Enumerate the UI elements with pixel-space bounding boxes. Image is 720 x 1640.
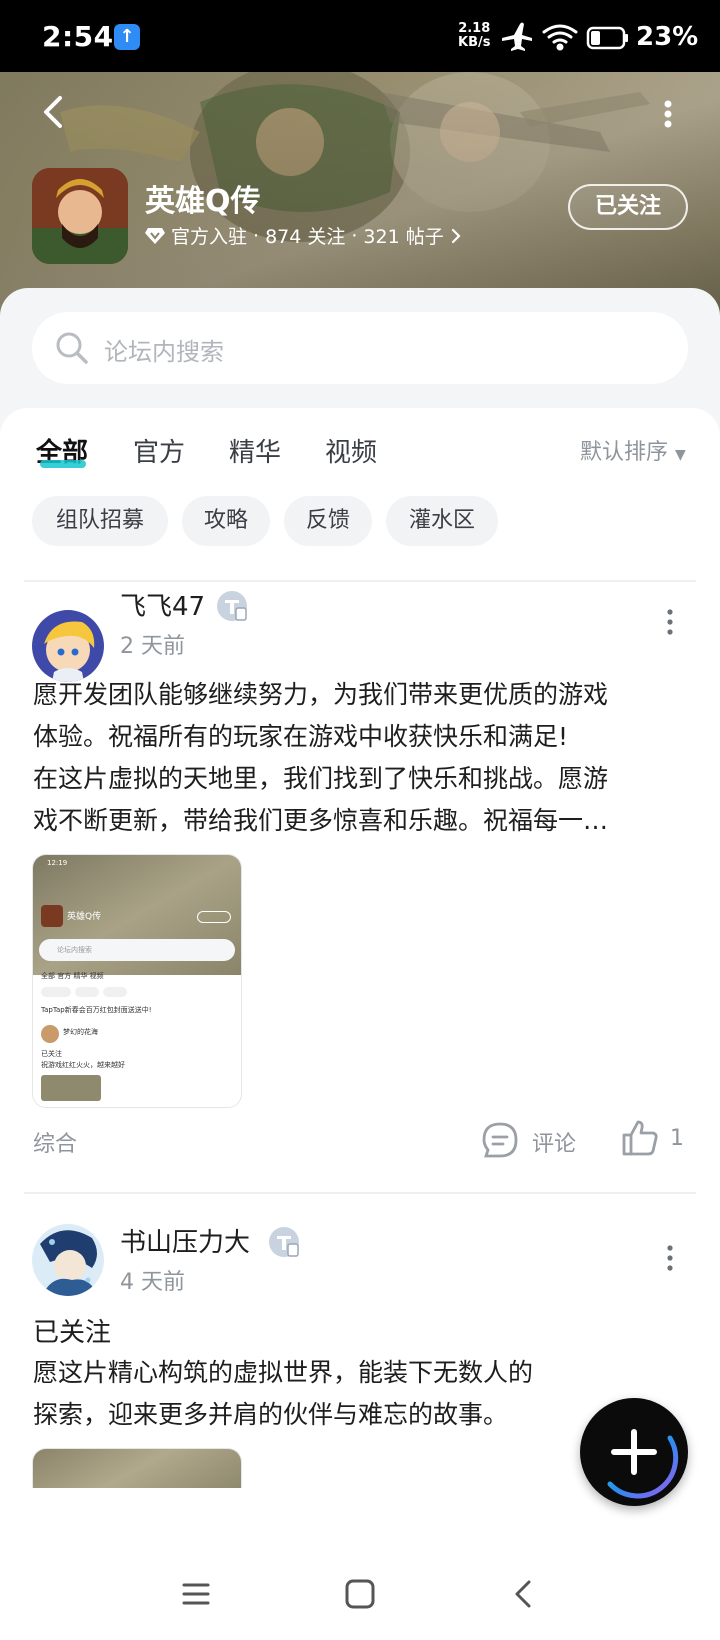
follow-button[interactable]: 已关注 xyxy=(568,184,688,230)
plus-icon xyxy=(607,1429,679,1499)
thumbs-up-icon[interactable] xyxy=(620,1118,660,1158)
network-speed-unit: KB/s xyxy=(458,35,491,50)
sort-dropdown[interactable]: 默认排序 ▼ xyxy=(580,434,686,466)
user-badge-icon xyxy=(217,591,247,621)
caret-down-icon: ▼ xyxy=(675,447,686,463)
post-image-thumbnail[interactable] xyxy=(32,1448,242,1488)
airplane-icon xyxy=(502,22,532,51)
followers-count: 874 关注 xyxy=(265,226,346,248)
search-icon xyxy=(56,332,88,364)
thumbnail-notice: TapTap新春会百万红包封面送送中! xyxy=(41,1006,152,1014)
post-more-icon[interactable] xyxy=(665,1244,675,1272)
network-speed-value: 2.18 xyxy=(458,21,491,36)
like-count: 1 xyxy=(670,1126,684,1151)
comment-label[interactable]: 评论 xyxy=(532,1126,576,1158)
thumbnail-chip xyxy=(103,987,127,997)
post-feed: 全部 官方 精华 视频 默认排序 ▼ 组队招募 攻略 反馈 灌水区 飞飞47 2… xyxy=(0,408,720,1560)
meta-separator: · xyxy=(351,224,358,247)
chevron-right-icon xyxy=(451,228,461,243)
divider xyxy=(24,580,696,582)
post-line: 体验。祝福所有的玩家在游戏中收获快乐和满足! xyxy=(33,722,569,751)
verified-diamond-icon xyxy=(145,227,165,244)
post-username[interactable]: 飞飞47 xyxy=(120,586,205,623)
game-icon-art xyxy=(32,168,128,264)
post-line: 愿开发团队能够继续努力，为我们带来更优质的游戏 xyxy=(33,680,609,709)
status-bar: 2:54 ↑ 2.18 KB/s 23% xyxy=(0,0,720,72)
post-username[interactable]: 书山压力大 xyxy=(120,1222,250,1259)
avatar-art xyxy=(32,610,104,682)
sort-label: 默认排序 xyxy=(580,440,669,465)
avatar[interactable] xyxy=(32,1224,104,1296)
avatar[interactable] xyxy=(32,610,104,682)
post-time: 4 天前 xyxy=(120,1270,185,1295)
network-speed: 2.18 KB/s xyxy=(458,22,490,50)
search-placeholder: 论坛内搜索 xyxy=(104,338,224,366)
chip-guide[interactable]: 攻略 xyxy=(182,496,270,546)
thumbnail-post-text: 祝游戏红红火火，越来越好 xyxy=(41,1061,125,1069)
post-body[interactable]: 愿开发团队能够继续努力，为我们带来更优质的游戏 体验。祝福所有的玩家在游戏中收获… xyxy=(33,674,683,842)
search-input[interactable]: 论坛内搜索 xyxy=(32,312,688,384)
official-label: 官方入驻 xyxy=(171,226,248,248)
tab-video[interactable]: 视频 xyxy=(325,432,377,469)
more-vertical-icon[interactable] xyxy=(660,96,676,132)
thumbnail-chip xyxy=(75,987,99,997)
post-category[interactable]: 综合 xyxy=(33,1126,77,1158)
status-time: 2:54 xyxy=(42,20,114,53)
home-square-icon[interactable] xyxy=(342,1576,378,1612)
thumbnail-game-icon xyxy=(41,905,63,927)
battery-icon xyxy=(586,26,628,50)
post-heading[interactable]: 已关注 xyxy=(33,1312,111,1349)
menu-icon[interactable] xyxy=(178,1576,214,1612)
game-title: 英雄Q传 xyxy=(145,184,261,219)
post-line: 戏不断更新，带给我们更多惊喜和乐趣。祝福每一… xyxy=(33,806,609,835)
system-nav-bar xyxy=(0,1546,720,1640)
thumbnail-avatar xyxy=(41,1025,59,1043)
post-line: 在这片虚拟的天地里，我们找到了快乐和挑战。愿游 xyxy=(33,764,609,793)
thumbnail-user: 梦幻的花海 xyxy=(63,1028,98,1036)
game-icon[interactable] xyxy=(32,168,128,264)
wifi-icon xyxy=(542,24,578,51)
thumbnail-banner xyxy=(33,1449,241,1488)
back-icon[interactable] xyxy=(506,1576,542,1612)
thumbnail-follow xyxy=(197,911,231,923)
thumbnail-tabs: 全部 官方 精华 视频 xyxy=(41,972,104,980)
chip-team-recruit[interactable]: 组队招募 xyxy=(32,496,168,546)
avatar-art xyxy=(32,1224,104,1296)
create-post-button[interactable] xyxy=(580,1398,688,1506)
battery-percent: 23% xyxy=(636,22,699,52)
upload-icon: ↑ xyxy=(114,24,140,50)
divider xyxy=(24,1192,696,1194)
tab-official[interactable]: 官方 xyxy=(133,432,185,469)
chip-feedback[interactable]: 反馈 xyxy=(284,496,372,546)
meta-separator: · xyxy=(253,224,260,247)
back-arrow-icon[interactable] xyxy=(36,94,72,130)
thumbnail-chip xyxy=(41,987,71,997)
thumbnail-title: 英雄Q传 xyxy=(67,912,102,922)
status-icons xyxy=(502,22,628,51)
chip-chat[interactable]: 灌水区 xyxy=(386,496,498,546)
thumbnail-search-text: 论坛内搜索 xyxy=(57,946,92,954)
post-line: 愿这片精心构筑的虚拟世界，能装下无数人的 xyxy=(33,1358,534,1387)
user-badge-icon xyxy=(269,1227,299,1257)
comment-icon[interactable] xyxy=(480,1120,520,1160)
tab-featured[interactable]: 精华 xyxy=(229,432,281,469)
post-time: 2 天前 xyxy=(120,634,185,659)
thumbnail-time: 12:19 xyxy=(47,859,68,867)
post-image-thumbnail[interactable]: 12:19 英雄Q传 论坛内搜索 全部 官方 精华 视频 TapTap新春会百万… xyxy=(32,854,242,1108)
post-more-icon[interactable] xyxy=(665,608,675,636)
game-meta[interactable]: 官方入驻 · 874 关注 · 321 帖子 xyxy=(145,222,462,249)
active-tab-indicator xyxy=(40,460,86,468)
thumbnail-image xyxy=(41,1075,101,1101)
posts-count: 321 帖子 xyxy=(363,226,444,248)
thumbnail-follow-text: 已关注 xyxy=(41,1050,62,1058)
